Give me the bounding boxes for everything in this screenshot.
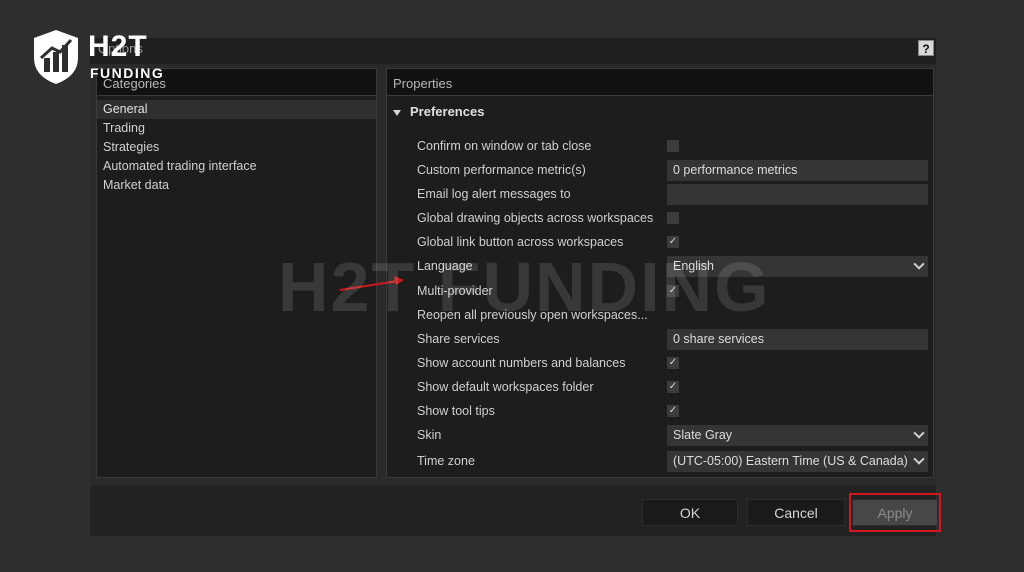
title-bar: Options ? [90, 38, 936, 64]
property-label: Show tool tips [417, 404, 495, 418]
skin-select-value: Slate Gray [673, 428, 733, 442]
apply-highlight-box [849, 493, 941, 532]
collapse-triangle-icon [393, 109, 401, 116]
category-item-strategies[interactable]: Strategies [97, 138, 376, 157]
property-row-custom-performance-metric-s: Custom performance metric(s) 0 performanc… [387, 160, 933, 182]
shield-chart-icon [34, 30, 78, 84]
categories-list: General Trading Strategies Automated tradin… [97, 96, 376, 195]
logo-line1: H2T [88, 30, 148, 63]
property-row-skin: Skin Slate Gray [387, 425, 933, 447]
properties-header: Properties [387, 69, 933, 96]
show-tool-tips-checkbox[interactable] [667, 405, 679, 417]
property-label: Show default workspaces folder [417, 380, 594, 394]
confirm-on-window-or-tab-close-checkbox[interactable] [667, 140, 679, 152]
show-account-numbers-and-balances-checkbox[interactable] [667, 357, 679, 369]
category-item-trading[interactable]: Trading [97, 119, 376, 138]
show-default-workspaces-folder-checkbox[interactable] [667, 381, 679, 393]
property-label: Global drawing objects across workspaces [417, 211, 654, 225]
chevron-down-icon [913, 258, 925, 270]
watermark: H2T FUNDING [278, 248, 771, 326]
time-zone-select-value: (UTC-05:00) Eastern Time (US & Canada) [673, 454, 908, 468]
category-item-general[interactable]: General [97, 100, 376, 119]
chevron-down-icon [913, 453, 925, 465]
share-services-field[interactable]: 0 share services [667, 329, 928, 350]
property-row-show-account-numbers-and-balances: Show account numbers and balances [387, 353, 933, 375]
category-item-automated-trading-interface[interactable]: Automated trading interface [97, 157, 376, 176]
property-label: Time zone [417, 454, 475, 468]
property-label: Share services [417, 332, 500, 346]
property-label: Email log alert messages to [417, 187, 571, 201]
email-log-alert-messages-to-field[interactable] [667, 184, 928, 205]
category-item-market-data[interactable]: Market data [97, 176, 376, 195]
property-row-confirm-on-window-or-tab-close: Confirm on window or tab close [387, 136, 933, 158]
property-row-global-drawing-objects-across-workspaces: Global drawing objects across workspaces [387, 208, 933, 230]
dialog-button-bar: OK Cancel Apply [90, 486, 938, 536]
property-row-show-default-workspaces-folder: Show default workspaces folder [387, 377, 933, 399]
property-row-share-services: Share services 0 share services [387, 329, 933, 351]
property-label: Custom performance metric(s) [417, 163, 586, 177]
property-row-show-tool-tips: Show tool tips [387, 401, 933, 423]
time-zone-select[interactable]: (UTC-05:00) Eastern Time (US & Canada) [667, 451, 928, 472]
chevron-down-icon [913, 427, 925, 439]
property-label: Confirm on window or tab close [417, 139, 592, 153]
property-label: Show account numbers and balances [417, 356, 626, 370]
cancel-button[interactable]: Cancel [747, 499, 845, 526]
brand-logo: H2T FUNDING [30, 28, 180, 88]
preferences-section-label: Preferences [410, 104, 485, 119]
preferences-section-toggle[interactable]: Preferences [393, 104, 484, 119]
property-row-time-zone: Time zone (UTC-05:00) Eastern Time (US & … [387, 451, 933, 473]
ok-button[interactable]: OK [642, 499, 738, 526]
logo-line2: FUNDING [90, 65, 165, 81]
custom-performance-metric-s-field[interactable]: 0 performance metrics [667, 160, 928, 181]
global-drawing-objects-across-workspaces-checkbox[interactable] [667, 212, 679, 224]
property-label: Skin [417, 428, 442, 442]
help-button[interactable]: ? [918, 40, 934, 56]
property-row-email-log-alert-messages-to: Email log alert messages to [387, 184, 933, 206]
skin-select[interactable]: Slate Gray [667, 425, 928, 446]
